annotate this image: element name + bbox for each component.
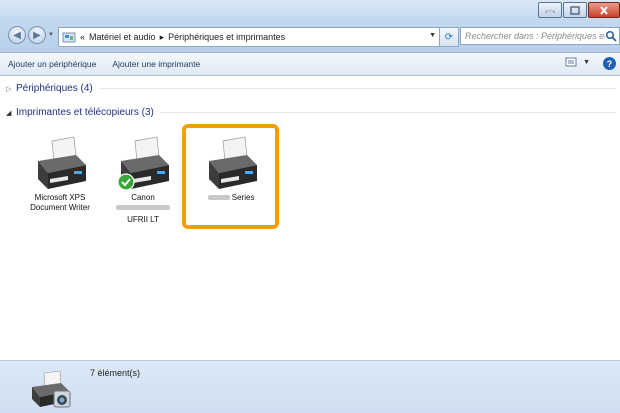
control-panel-icon — [62, 32, 76, 43]
group-label-printers: Imprimantes et télécopieurs (3) — [16, 107, 154, 118]
expanded-arrow-icon: ◢ — [6, 109, 12, 117]
search-placeholder: Rechercher dans : Périphériques et i... — [465, 31, 619, 41]
devices-and-printers-icon — [32, 370, 71, 408]
breadcrumb-overflow[interactable]: « — [80, 32, 85, 42]
breadcrumb-hardware-and-sound[interactable]: Matériel et audio — [89, 32, 156, 42]
group-header-devices[interactable]: ▷ Périphériques (4) — [6, 83, 616, 94]
forward-button[interactable]: ▶ — [28, 26, 46, 44]
printer-name-line2: Document Writer — [30, 203, 90, 212]
help-button[interactable]: ? — [603, 57, 616, 70]
selection-highlight — [182, 124, 279, 229]
navigation-buttons: ◀ ▶ ▼ — [8, 26, 54, 44]
back-button[interactable]: ◀ — [8, 26, 26, 44]
printer-icon — [113, 135, 173, 193]
minimize-icon — [545, 10, 555, 13]
help-icon: ? — [606, 58, 613, 69]
back-arrow-icon: ◀ — [13, 29, 21, 41]
printer-name-line1: Canon — [131, 193, 155, 202]
view-dropdown-icon: ▼ — [583, 58, 590, 66]
printer-icon — [30, 135, 90, 193]
device-list-pane: ▷ Périphériques (4) ◢ Imprimantes et tél… — [0, 76, 620, 360]
minimize-button[interactable] — [538, 2, 562, 18]
maximize-icon — [570, 5, 580, 15]
add-device-button[interactable]: Ajouter un périphérique — [8, 59, 96, 69]
printer-item-microsoft-xps[interactable]: Microsoft XPS Document Writer — [24, 135, 96, 213]
printer-name-redacted — [107, 203, 179, 213]
close-icon — [600, 5, 608, 15]
devices-and-printers-window: ◀ ▶ ▼ « Matériel et audio ▸ Périphérique… — [0, 0, 620, 413]
printer-item-canon[interactable]: Canon UFRII LT — [107, 135, 179, 225]
group-divider — [98, 88, 616, 89]
details-pane: 7 élément(s) — [0, 360, 620, 413]
close-button[interactable] — [588, 2, 620, 18]
default-printer-checkmark-icon — [117, 173, 135, 191]
address-dropdown-icon[interactable]: ▼ — [429, 32, 436, 39]
group-header-printers[interactable]: ◢ Imprimantes et télécopieurs (3) — [6, 107, 616, 118]
maximize-button[interactable] — [563, 2, 587, 18]
breadcrumb-devices-and-printers[interactable]: Périphériques et imprimantes — [168, 32, 285, 42]
address-bar[interactable]: « Matériel et audio ▸ Périphériques et i… — [58, 27, 440, 47]
refresh-button[interactable]: ⟳ — [439, 27, 459, 47]
command-bar: Ajouter un périphérique Ajouter une impr… — [0, 53, 620, 76]
item-count: 7 élément(s) — [90, 368, 141, 378]
printer-name-line3: UFRII LT — [127, 215, 159, 224]
search-input[interactable]: Rechercher dans : Périphériques et i... — [460, 27, 620, 45]
collapsed-arrow-icon: ▷ — [6, 85, 12, 93]
recent-pages-chevron-icon[interactable]: ▼ — [48, 32, 54, 38]
forward-arrow-icon: ▶ — [33, 29, 41, 41]
search-icon[interactable] — [605, 30, 617, 42]
group-divider — [159, 112, 616, 113]
title-bar: ◀ ▶ ▼ « Matériel et audio ▸ Périphérique… — [0, 0, 620, 53]
add-printer-button[interactable]: Ajouter une imprimante — [112, 59, 200, 69]
group-label-devices: Périphériques (4) — [16, 83, 93, 94]
change-view-button[interactable]: ▼ — [565, 57, 590, 67]
printer-name-line1: Microsoft XPS — [34, 193, 86, 202]
refresh-icon: ⟳ — [444, 31, 454, 43]
window-controls — [537, 2, 620, 18]
view-icon — [565, 57, 577, 67]
breadcrumb-separator[interactable]: ▸ — [160, 32, 165, 43]
